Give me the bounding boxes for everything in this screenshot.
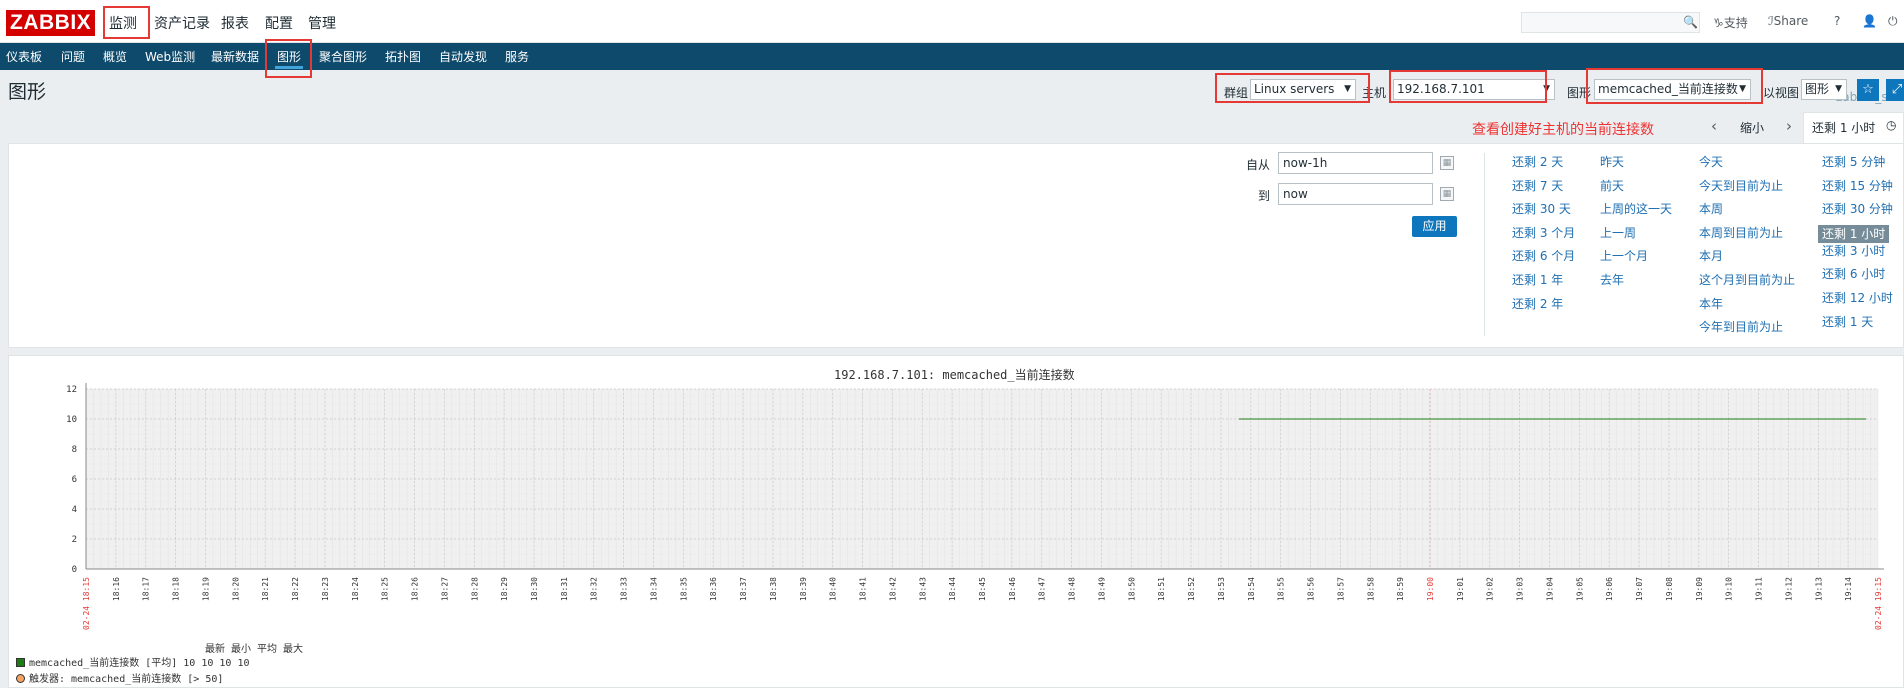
x-tick-label: 18:24 [351, 577, 360, 601]
x-tick-label: 18:21 [261, 577, 270, 601]
highlight-box [1586, 68, 1763, 104]
legend-header: 最新 最小 平均 最大 [205, 644, 304, 655]
x-tick-label: 19:07 [1635, 577, 1644, 601]
x-tick-label: 18:54 [1247, 577, 1256, 601]
x-tick-label: 18:19 [201, 577, 210, 601]
x-tick-label: 18:36 [709, 577, 718, 601]
series-color-swatch [16, 658, 25, 667]
x-tick-label: 18:39 [799, 577, 808, 601]
x-tick-label: 18:51 [1157, 577, 1166, 601]
x-tick-label: 18:27 [440, 577, 449, 601]
x-tick-label: 19:14 [1844, 577, 1853, 601]
x-tick-label: 18:43 [918, 577, 927, 601]
x-tick-label: 18:34 [649, 577, 658, 601]
x-tick-label: 18:48 [1068, 577, 1077, 601]
x-tick-label: 19:09 [1695, 577, 1704, 601]
x-tick-label: 19:05 [1575, 577, 1584, 601]
x-tick-label: 18:20 [231, 577, 240, 601]
x-tick-label: 18:46 [1008, 577, 1017, 601]
y-tick-label: 10 [66, 415, 77, 425]
trigger-icon [16, 674, 25, 683]
y-tick-label: 4 [72, 505, 77, 515]
y-tick-label: 8 [72, 445, 77, 455]
highlight-box [1389, 70, 1547, 103]
y-tick-label: 2 [72, 535, 77, 545]
x-tick-label: 18:28 [470, 577, 479, 601]
x-tick-label: 19:01 [1456, 577, 1465, 601]
x-tick-label: 18:22 [291, 577, 300, 601]
x-tick-label: 18:17 [142, 577, 151, 601]
x-tick-label: 18:25 [381, 577, 390, 601]
x-tick-label: 18:26 [411, 577, 420, 601]
x-tick-label: 18:52 [1187, 577, 1196, 601]
y-tick-label: 6 [72, 475, 77, 485]
x-tick-label: 18:18 [172, 577, 181, 601]
x-tick-label: 18:53 [1217, 577, 1226, 601]
x-tick-label: 18:41 [859, 577, 868, 601]
x-tick-label: 19:06 [1605, 577, 1614, 601]
highlight-box [103, 6, 150, 39]
highlight-box [1215, 73, 1370, 103]
x-tick-label: 18:55 [1277, 577, 1286, 601]
x-tick-label: 19:13 [1814, 577, 1823, 601]
x-tick-label: 19:04 [1545, 577, 1554, 601]
x-tick-label: 18:49 [1097, 577, 1106, 601]
x-tick-label: 18:23 [321, 577, 330, 601]
x-tick-label: 19:11 [1755, 577, 1764, 601]
x-tick-label: 19:10 [1725, 577, 1734, 601]
x-tick-label: 19:02 [1486, 577, 1495, 601]
x-tick-label: 18:44 [948, 577, 957, 601]
x-tick-label: 18:58 [1366, 577, 1375, 601]
x-tick-label: 18:40 [829, 577, 838, 601]
legend-trigger: 触发器: memcached_当前连接数 [> 50] [16, 670, 223, 685]
x-tick-label: 18:45 [978, 577, 987, 601]
y-tick-label: 12 [66, 385, 77, 395]
x-tick-label: 19:03 [1516, 577, 1525, 601]
x-tick-label: 19:00 [1426, 577, 1435, 601]
x-tick-label: 18:30 [530, 577, 539, 601]
legend-series: memcached_当前连接数 [平均] 10 10 10 10 [16, 654, 250, 669]
x-tick-label: 18:32 [590, 577, 599, 601]
x-tick-label: 18:56 [1307, 577, 1316, 601]
x-end-label: 02-24 19:15 [1874, 577, 1883, 630]
x-tick-label: 18:29 [500, 577, 509, 601]
x-tick-label: 18:42 [888, 577, 897, 601]
x-tick-label: 18:31 [560, 577, 569, 601]
x-tick-label: 18:57 [1336, 577, 1345, 601]
x-tick-label: 18:59 [1396, 577, 1405, 601]
x-tick-label: 18:37 [739, 577, 748, 601]
x-tick-label: 19:12 [1784, 577, 1793, 601]
x-tick-label: 18:50 [1127, 577, 1136, 601]
x-start-label: 02-24 18:15 [82, 577, 91, 630]
x-tick-label: 18:35 [679, 577, 688, 601]
x-tick-label: 18:38 [769, 577, 778, 601]
highlight-box [265, 39, 312, 78]
y-tick-label: 0 [72, 565, 77, 575]
x-tick-label: 19:08 [1665, 577, 1674, 601]
x-tick-label: 18:47 [1038, 577, 1047, 601]
x-tick-label: 18:16 [112, 577, 121, 601]
x-tick-label: 18:33 [620, 577, 629, 601]
